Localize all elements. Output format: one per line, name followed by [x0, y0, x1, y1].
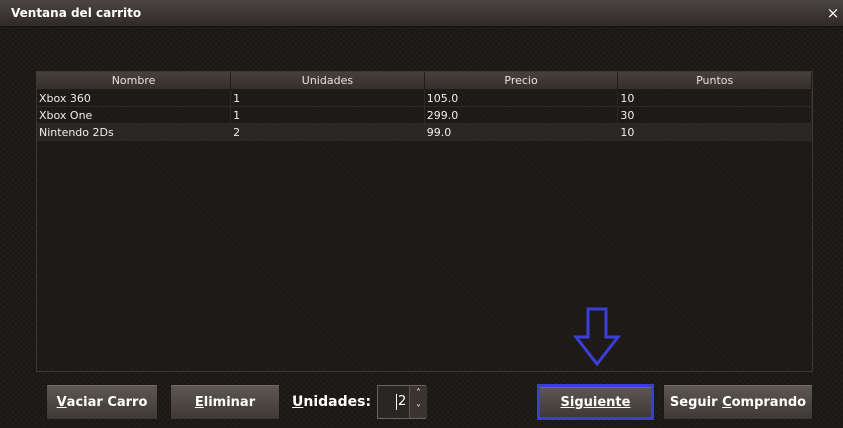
- chevron-down-icon[interactable]: ˅: [409, 402, 427, 418]
- column-header-precio[interactable]: Precio: [424, 72, 619, 90]
- siguiente-button[interactable]: Siguiente: [537, 384, 654, 420]
- cell-puntos: 30: [617, 106, 812, 124]
- unidades-label: Unidades:: [292, 394, 372, 410]
- table-row[interactable]: Xbox One 1 299.0 30: [37, 106, 812, 124]
- mnemonic: C: [722, 394, 732, 410]
- title-bar: Ventana del carrito ×: [0, 0, 843, 27]
- cell-nombre: Nintendo 2Ds: [37, 123, 232, 141]
- cell-precio: 105.0: [424, 89, 619, 107]
- unidades-spinner[interactable]: 2 ˄ ˅: [377, 385, 427, 419]
- cell-nombre: Xbox One: [37, 106, 232, 124]
- cell-nombre: Xbox 360: [37, 89, 232, 107]
- cell-puntos: 10: [617, 123, 812, 141]
- close-icon[interactable]: ×: [825, 4, 841, 22]
- vaciar-carro-button[interactable]: Vaciar Carro: [46, 384, 158, 420]
- column-header-puntos[interactable]: Puntos: [617, 72, 812, 90]
- window-title: Ventana del carrito: [11, 6, 142, 20]
- cell-precio: 299.0: [424, 106, 619, 124]
- seguir-comprando-button[interactable]: Seguir Comprando: [663, 384, 813, 420]
- cart-table-container: Nombre Unidades Precio Puntos Xbox 360 1…: [36, 71, 813, 372]
- table-row-selected[interactable]: Nintendo 2Ds 2 99.0 10: [37, 123, 812, 141]
- mnemonic: S: [560, 394, 570, 410]
- chevron-up-icon[interactable]: ˄: [409, 386, 427, 403]
- unidades-input[interactable]: 2: [396, 394, 406, 410]
- column-header-unidades[interactable]: Unidades: [230, 72, 425, 90]
- cart-table: Nombre Unidades Precio Puntos Xbox 360 1…: [37, 72, 812, 141]
- column-header-nombre[interactable]: Nombre: [37, 72, 232, 90]
- mnemonic: V: [56, 394, 67, 410]
- table-row[interactable]: Xbox 360 1 105.0 10: [37, 89, 812, 107]
- cell-precio: 99.0: [424, 123, 619, 141]
- eliminar-button[interactable]: Eliminar: [170, 384, 280, 420]
- cell-unidades: 1: [230, 89, 425, 107]
- table-header-row: Nombre Unidades Precio Puntos: [37, 72, 812, 90]
- cell-unidades: 2: [230, 123, 425, 141]
- cell-unidades: 1: [230, 106, 425, 124]
- down-arrow-icon: [572, 307, 622, 367]
- cell-puntos: 10: [617, 89, 812, 107]
- mnemonic: E: [194, 394, 204, 410]
